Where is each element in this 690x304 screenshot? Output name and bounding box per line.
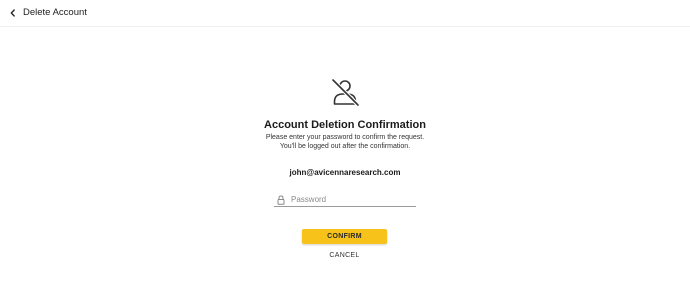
- lock-icon: [276, 194, 286, 205]
- page-title: Delete Account: [23, 7, 87, 18]
- password-input[interactable]: [291, 193, 411, 206]
- confirm-button[interactable]: CONFIRM: [302, 229, 387, 244]
- confirmation-title: Account Deletion Confirmation: [264, 119, 426, 131]
- app-header: Delete Account: [0, 0, 690, 27]
- delete-account-page: Delete Account Account Deletion Confirma…: [0, 0, 690, 304]
- user-off-icon: [331, 78, 360, 107]
- confirmation-subtitle: Please enter your password to confirm th…: [0, 134, 690, 151]
- subtitle-line-2: You'll be logged out after the confirmat…: [279, 142, 411, 150]
- main-content: Account Deletion Confirmation Please ent…: [0, 27, 690, 304]
- chevron-left-icon: [10, 9, 15, 17]
- back-button[interactable]: [6, 6, 20, 20]
- password-field: [274, 193, 416, 207]
- subtitle-line-1: Please enter your password to confirm th…: [265, 134, 425, 141]
- cancel-button[interactable]: CANCEL: [302, 249, 387, 261]
- account-email: john@avicennaresearch.com: [289, 168, 401, 177]
